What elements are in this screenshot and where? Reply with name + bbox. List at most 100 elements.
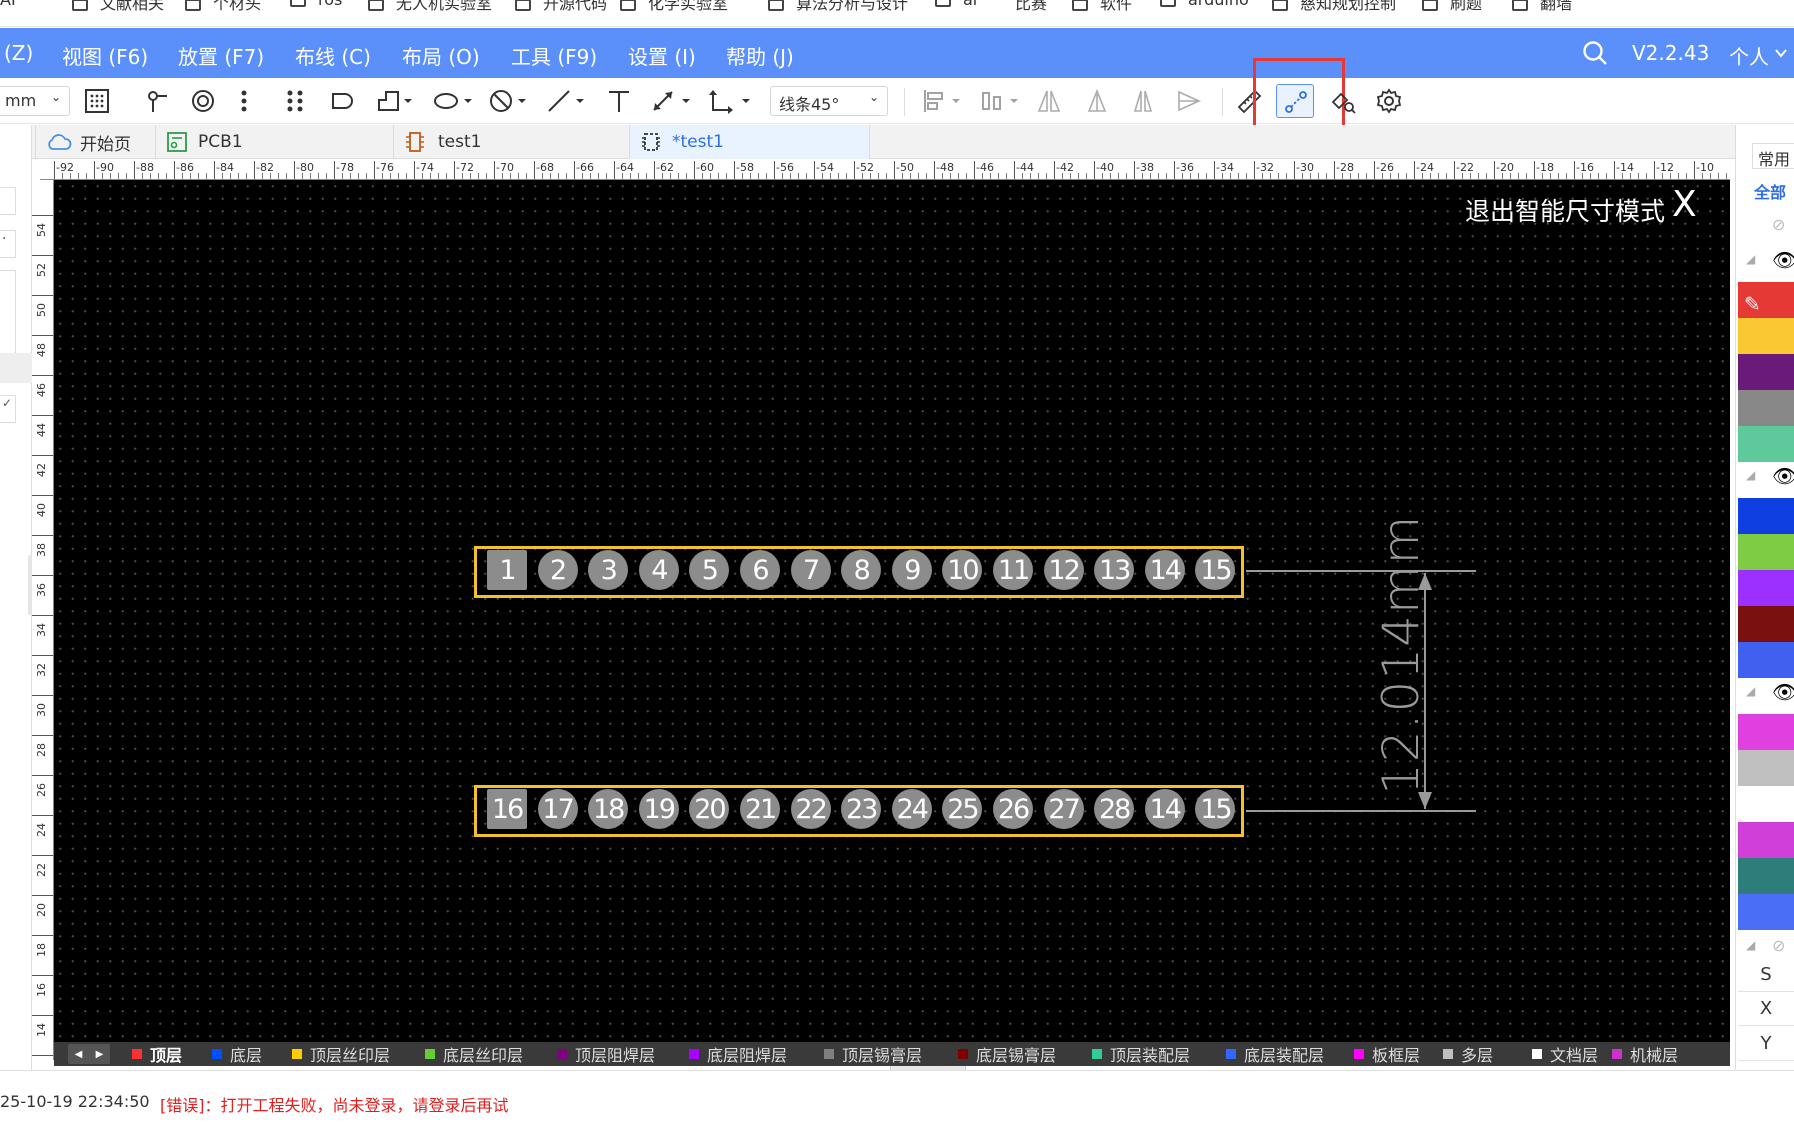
bookmark-item[interactable]: ai <box>935 0 977 9</box>
pad[interactable]: 23 <box>841 789 882 829</box>
pad[interactable]: 12 <box>1043 550 1084 590</box>
pad[interactable]: 1 <box>487 550 527 590</box>
pad[interactable]: 3 <box>588 550 629 590</box>
layer-color-swatch[interactable] <box>1738 714 1794 750</box>
layer-group-header[interactable]: ◢ 👁 <box>1738 462 1794 496</box>
pad[interactable]: 14 <box>1144 789 1185 829</box>
search-icon[interactable] <box>1582 40 1608 70</box>
left-panel-row[interactable] <box>0 353 32 383</box>
pad[interactable]: 18 <box>588 789 629 829</box>
tab-pcb1[interactable]: PCB1 <box>156 125 394 159</box>
user-menu[interactable]: 个人 <box>1729 41 1769 70</box>
pad[interactable]: 9 <box>891 550 932 590</box>
tab-common[interactable]: 常用 <box>1752 143 1794 169</box>
pad[interactable]: 6 <box>740 550 780 590</box>
layer-item[interactable]: 底层阻焊层 <box>689 1044 787 1065</box>
layer-item[interactable]: 底层丝印层 <box>425 1044 523 1065</box>
pad[interactable]: 22 <box>790 789 831 829</box>
menu-item-view[interactable]: 视图 (F6) <box>62 41 148 70</box>
layer-color-swatch[interactable] <box>1738 894 1794 930</box>
pad[interactable]: 17 <box>537 789 578 829</box>
pad[interactable]: 15 <box>1195 550 1236 590</box>
flip-horizontal-icon[interactable] <box>1036 87 1062 115</box>
pad[interactable]: 20 <box>689 789 730 829</box>
pad[interactable]: 11 <box>993 550 1033 590</box>
eye-icon[interactable]: 👁 <box>1772 464 1794 488</box>
tab-start-page[interactable]: 开始页 <box>36 125 156 159</box>
layer-item[interactable]: 文档层 <box>1532 1044 1598 1065</box>
tab-all[interactable]: 全部 <box>1754 179 1786 203</box>
pad[interactable]: 13 <box>1094 550 1135 590</box>
distribute-icon[interactable] <box>980 87 1024 115</box>
dimension-annotation[interactable] <box>1240 540 1480 820</box>
pad[interactable]: 10 <box>942 550 983 590</box>
close-icon[interactable]: X <box>1672 184 1697 225</box>
tab-test1-active[interactable]: *test1 <box>630 125 870 159</box>
pad[interactable]: 2 <box>537 550 578 590</box>
tab-test1[interactable]: test1 <box>394 125 630 159</box>
pad[interactable]: 19 <box>638 789 679 829</box>
layer-scroll-buttons[interactable]: ◀ ▶ <box>68 1044 110 1064</box>
layer-color-swatch[interactable] <box>1738 426 1794 462</box>
polygon-icon[interactable] <box>376 87 416 115</box>
ellipse-icon[interactable] <box>432 87 476 115</box>
eye-icon[interactable]: 👁 <box>1772 248 1794 272</box>
layer-color-swatch[interactable] <box>1738 570 1794 606</box>
bookmark-item[interactable]: ros <box>290 0 342 9</box>
pad[interactable]: 8 <box>841 550 882 590</box>
layer-color-swatch[interactable] <box>1738 822 1794 858</box>
layer-color-swatch[interactable] <box>1738 786 1794 822</box>
pad-column-icon[interactable] <box>237 87 251 115</box>
layer-color-swatch[interactable] <box>1738 318 1794 354</box>
chevron-left-icon[interactable]: ◀ <box>75 1049 83 1060</box>
left-panel-field[interactable]: ✓ <box>0 395 16 423</box>
bookmark-item[interactable]: 翻墙 <box>1512 0 1572 14</box>
mirror-icon[interactable] <box>1130 87 1156 115</box>
circle-slash-icon[interactable] <box>488 87 532 115</box>
chevron-down-icon[interactable] <box>1774 45 1788 64</box>
dimension-icon[interactable] <box>650 87 698 115</box>
layer-item[interactable]: 机械层 <box>1612 1044 1678 1065</box>
eye-hidden-icon[interactable]: ⊘ <box>1772 936 1785 955</box>
eye-icon[interactable]: 👁 <box>1772 680 1794 704</box>
bookmark-item[interactable]: 算法分析与设计 <box>768 0 908 14</box>
layer-item[interactable]: 多层 <box>1443 1044 1493 1065</box>
layer-color-swatch[interactable] <box>1738 858 1794 894</box>
menu-item-tools[interactable]: 工具 (F9) <box>511 41 597 70</box>
via-icon[interactable] <box>190 87 216 115</box>
pad[interactable]: 24 <box>891 789 932 829</box>
grid-icon[interactable] <box>84 87 110 115</box>
pad-shape-icon[interactable] <box>329 87 355 115</box>
layer-color-swatch[interactable] <box>1738 750 1794 786</box>
axis-s-button[interactable]: S <box>1738 958 1794 992</box>
pad[interactable]: 7 <box>790 550 831 590</box>
bookmark-item[interactable]: 刷题 <box>1422 0 1482 14</box>
axis-x-button[interactable]: X <box>1738 992 1794 1026</box>
layer-item[interactable]: 顶层 <box>132 1044 182 1065</box>
layer-item[interactable]: 底层锡膏层 <box>958 1044 1056 1065</box>
menu-item-route[interactable]: 布线 (C) <box>295 41 371 70</box>
left-panel-field[interactable]: · <box>0 230 16 258</box>
pad[interactable]: 16 <box>487 789 527 829</box>
menu-item-layout[interactable]: 布局 (O) <box>402 41 480 70</box>
bookmark-item[interactable]: arduino <box>1160 0 1249 9</box>
bookmark-item[interactable]: 化学实验室 <box>620 0 728 14</box>
pad[interactable]: 4 <box>638 550 679 590</box>
eraser-dimension-icon[interactable] <box>1330 87 1356 115</box>
exit-smart-dimension-label[interactable]: 退出智能尺寸模式 <box>1465 192 1665 228</box>
align-left-icon[interactable] <box>922 87 966 115</box>
menu-item[interactable]: (Z) <box>4 41 33 65</box>
bookmark-item[interactable]: 无人机实验室 <box>368 0 492 14</box>
bookmark-item[interactable]: 开源代码 <box>515 0 607 14</box>
layer-color-swatch[interactable] <box>1738 606 1794 642</box>
pad[interactable]: 27 <box>1043 789 1084 829</box>
layer-item[interactable]: 板框层 <box>1354 1044 1420 1065</box>
layer-color-swatch[interactable] <box>1738 354 1794 390</box>
pad[interactable]: 26 <box>993 789 1033 829</box>
bookmark-item[interactable]: 比赛 <box>1015 0 1047 14</box>
menu-item-place[interactable]: 放置 (F7) <box>178 41 264 70</box>
pad[interactable]: 15 <box>1195 789 1236 829</box>
left-panel-field[interactable] <box>0 187 16 215</box>
gear-icon[interactable] <box>1376 87 1402 115</box>
layer-item[interactable]: 顶层阻焊层 <box>557 1044 655 1065</box>
